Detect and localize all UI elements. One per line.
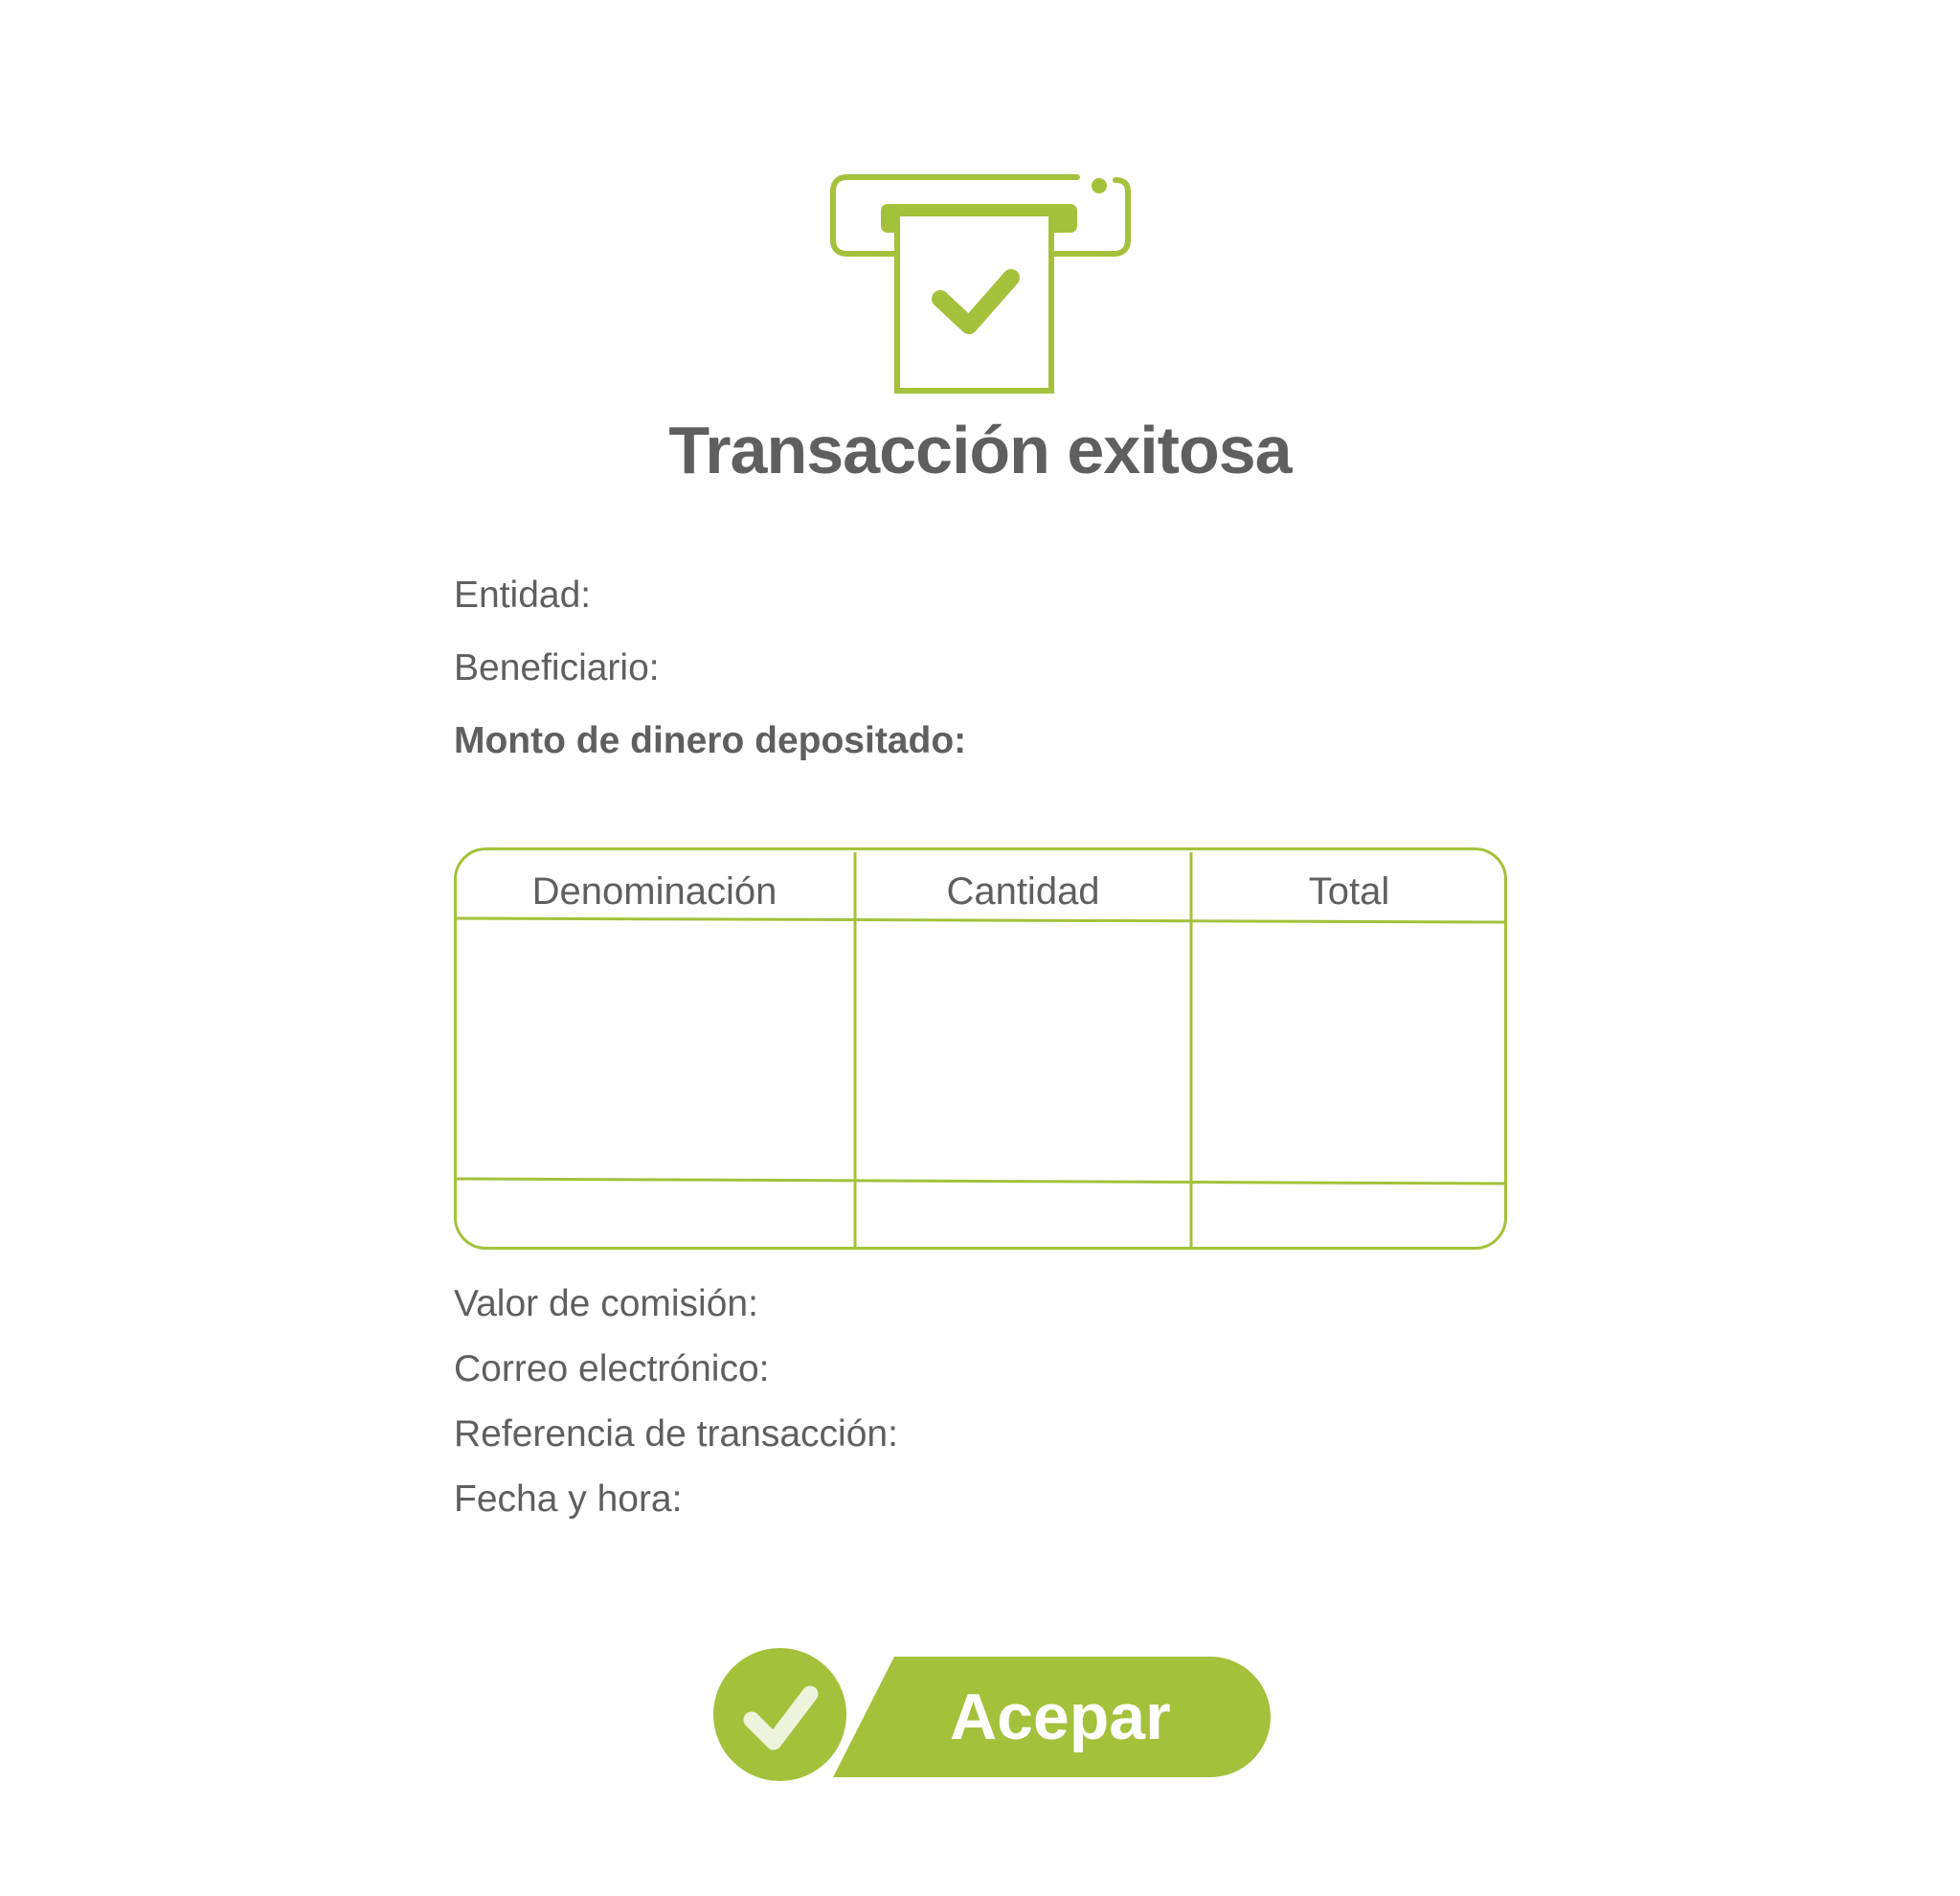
accept-button[interactable]: Acepar bbox=[710, 1645, 1271, 1784]
table-footer-denominacion-cell bbox=[454, 1181, 855, 1248]
page-title: Transacción exitosa bbox=[668, 413, 1292, 487]
column-header-denominacion: Denominación bbox=[531, 870, 777, 913]
entidad-label: Entidad: bbox=[454, 575, 592, 616]
receipt-check-icon bbox=[830, 174, 1131, 394]
beneficiario-label: Beneficiario: bbox=[454, 647, 660, 688]
table-body-denominacion-cell bbox=[454, 920, 855, 1181]
table-body-cantidad-cell bbox=[855, 920, 1191, 1181]
monto-label: Monto de dinero depositado: bbox=[454, 720, 967, 761]
fecha-label: Fecha y hora: bbox=[454, 1478, 683, 1520]
table-body-total-cell bbox=[1191, 920, 1507, 1181]
column-header-total: Total bbox=[1308, 870, 1390, 913]
check-icon bbox=[743, 1685, 819, 1750]
column-header-cantidad: Cantidad bbox=[946, 870, 1100, 913]
accept-button-label[interactable]: Acepar bbox=[950, 1657, 1171, 1777]
table-footer-cantidad-cell bbox=[855, 1181, 1191, 1248]
denomination-table: Denominación Cantidad Total bbox=[454, 847, 1507, 1250]
table-footer-total-cell bbox=[1191, 1181, 1507, 1248]
comision-label: Valor de comisión: bbox=[454, 1283, 758, 1324]
accept-button-circle[interactable] bbox=[713, 1648, 846, 1781]
correo-label: Correo electrónico: bbox=[454, 1348, 770, 1389]
referencia-label: Referencia de transacción: bbox=[454, 1413, 898, 1455]
